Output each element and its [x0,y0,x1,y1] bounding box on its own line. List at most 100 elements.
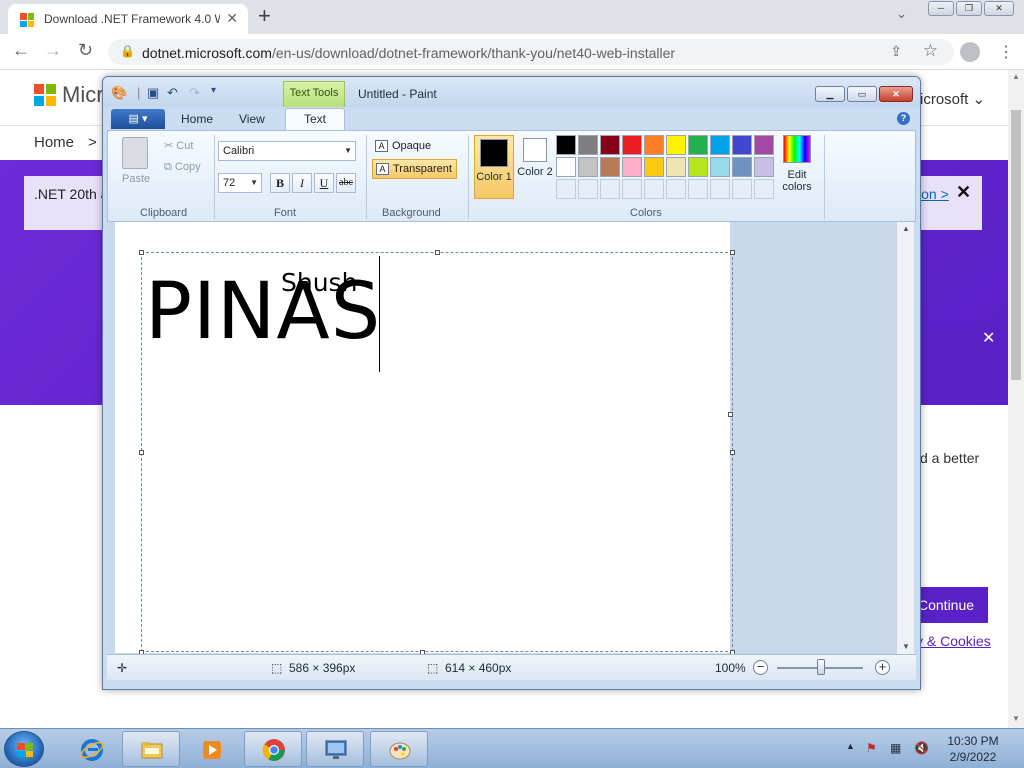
strikethrough-button[interactable]: abc [336,173,356,193]
taskbar-media-player[interactable] [182,731,240,767]
undo-icon[interactable]: ↶ [167,85,178,101]
palette-color-swatch[interactable] [600,135,620,155]
palette-custom-slot[interactable] [600,179,620,199]
taskbar-paint[interactable] [370,731,428,767]
browser-tab[interactable]: Download .NET Framework 4.0 W ✕ [8,4,248,34]
palette-color-swatch[interactable] [732,135,752,155]
copy-button[interactable]: ⧉ Copy [164,161,201,174]
palette-color-swatch[interactable] [578,135,598,155]
palette-custom-slot[interactable] [666,179,686,199]
microsoft-logo-icon[interactable] [34,84,56,106]
zoom-out-button[interactable]: − [753,660,768,675]
help-icon[interactable]: ? [897,112,910,125]
scroll-down-icon[interactable]: ▼ [902,642,910,651]
palette-custom-slot[interactable] [644,179,664,199]
profile-avatar[interactable] [960,42,980,62]
drawing-canvas[interactable]: PINAS Shush [115,222,735,655]
palette-color-swatch[interactable] [644,135,664,155]
palette-color-swatch[interactable] [600,157,620,177]
redo-icon[interactable]: ↷ [189,85,200,101]
action-center-flag-icon[interactable]: ⚑ [866,741,877,755]
paste-button[interactable]: Paste [122,173,150,185]
breadcrumb-home[interactable]: Home [34,134,74,151]
new-tab-button[interactable]: + [258,4,271,28]
show-hidden-icons-icon[interactable]: ▲ [846,741,855,751]
resize-handle[interactable] [730,450,735,455]
palette-color-swatch[interactable] [644,157,664,177]
scroll-down-icon[interactable]: ▼ [1012,714,1020,723]
paint-title-bar[interactable]: 🎨 | ▣ ↶ ↷ ▾ Text Tools Untitled - Paint … [103,77,920,107]
privacy-cookies-link[interactable]: y & Cookies [916,633,991,649]
tab-close-icon[interactable]: ✕ [226,10,238,27]
opaque-option[interactable]: A Opaque [372,137,435,157]
microsoft-brand-text[interactable]: Micr [62,82,104,108]
palette-custom-slot[interactable] [578,179,598,199]
paint-menu-button[interactable]: ▤ ▾ [111,109,165,129]
palette-color-swatch[interactable] [710,157,730,177]
palette-custom-slot[interactable] [622,179,642,199]
palette-color-swatch[interactable] [556,157,576,177]
continue-button[interactable]: Continue [912,587,988,623]
page-scrollbar[interactable]: ▲ ▼ [1008,70,1024,728]
start-button[interactable] [4,731,44,767]
palette-color-swatch[interactable] [732,157,752,177]
forward-arrow-icon[interactable]: → [44,40,62,61]
palette-color-swatch[interactable] [622,157,642,177]
palette-color-swatch[interactable] [688,157,708,177]
restore-button[interactable]: ❐ [956,1,982,16]
clipboard-paste-icon[interactable] [122,137,148,169]
transparent-option[interactable]: A Transparent [372,159,457,179]
paint-app-icon[interactable]: 🎨 [111,85,127,101]
palette-color-swatch[interactable] [710,135,730,155]
palette-custom-slot[interactable] [556,179,576,199]
back-arrow-icon[interactable]: ← [12,40,30,61]
color2-button[interactable]: Color 2 [516,135,554,199]
menu-kebab-icon[interactable]: ⋮ [998,42,1014,62]
cut-button[interactable]: ✂ Cut [164,139,193,152]
taskbar-remote-desktop[interactable] [306,731,364,767]
zoom-in-button[interactable]: + [875,660,890,675]
palette-color-swatch[interactable] [578,157,598,177]
palette-color-swatch[interactable] [666,135,686,155]
reload-icon[interactable]: ↻ [78,40,93,61]
tab-view[interactable]: View [239,112,265,126]
paint-minimize-button[interactable]: ▁ [815,86,845,102]
tab-home[interactable]: Home [181,112,213,126]
resize-handle[interactable] [139,250,144,255]
tab-search-chevron-icon[interactable]: ⌄ [896,6,907,22]
network-icon[interactable]: ▦ [890,741,901,755]
system-clock[interactable]: 10:30 PM 2/9/2022 [940,733,1006,765]
font-family-select[interactable]: Calibri ▼ [218,141,356,161]
color1-button[interactable]: Color 1 [474,135,514,199]
taskbar-file-explorer[interactable] [122,731,180,767]
bold-button[interactable]: B [270,173,290,193]
bookmark-star-icon[interactable]: ☆ [923,41,938,61]
zoom-slider-thumb[interactable] [817,659,825,675]
underline-button[interactable]: U [314,173,334,193]
palette-color-swatch[interactable] [754,135,774,155]
address-bar[interactable]: 🔒 dotnet.microsoft.com/en-us/download/do… [108,39,954,65]
minimize-button[interactable]: ─ [928,1,954,16]
canvas-scrollbar[interactable]: ▲ ▼ [896,222,914,654]
all-microsoft-menu[interactable]: icrosoft ⌄ [920,90,985,108]
palette-custom-slot[interactable] [754,179,774,199]
paint-close-button[interactable]: ✕ [879,86,913,102]
save-icon[interactable]: ▣ [147,85,159,101]
resize-handle[interactable] [435,250,440,255]
share-icon[interactable]: ⇪ [890,43,902,60]
palette-color-swatch[interactable] [754,157,774,177]
close-button[interactable]: ✕ [984,1,1014,16]
scrollbar-thumb[interactable] [1011,110,1021,380]
palette-color-swatch[interactable] [688,135,708,155]
lock-icon[interactable]: 🔒 [120,44,135,58]
font-size-select[interactable]: 72 ▼ [218,173,262,193]
taskbar-internet-explorer[interactable] [62,731,120,767]
palette-custom-slot[interactable] [688,179,708,199]
scroll-up-icon[interactable]: ▲ [902,224,910,233]
volume-muted-icon[interactable]: 🔇 [914,741,929,755]
scroll-up-icon[interactable]: ▲ [1012,72,1020,81]
palette-color-swatch[interactable] [666,157,686,177]
palette-custom-slot[interactable] [710,179,730,199]
resize-handle[interactable] [730,250,735,255]
canvas-resize-handle[interactable] [728,412,733,417]
